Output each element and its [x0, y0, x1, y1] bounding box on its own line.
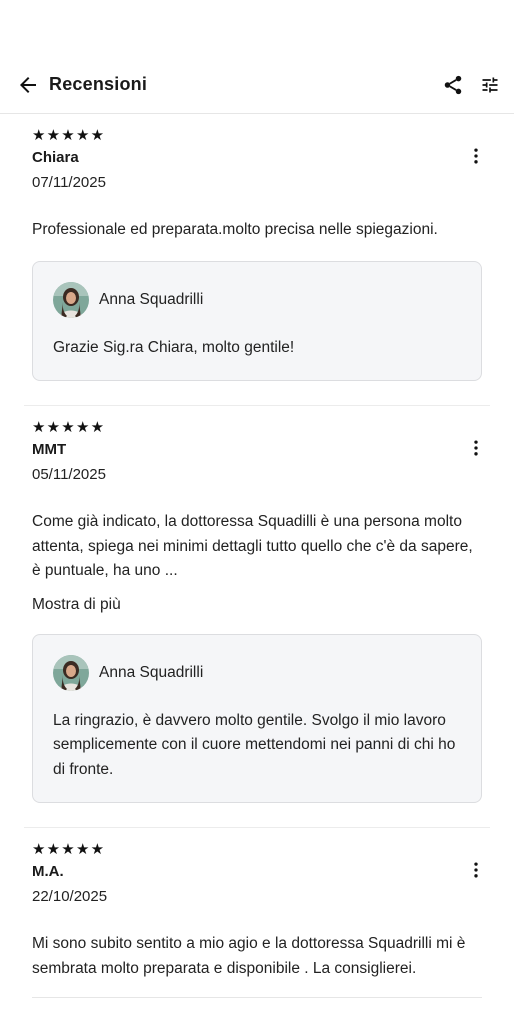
reply-text: Grazie Sig.ra Chiara, molto gentile!	[53, 338, 295, 356]
review-author: MMT	[32, 441, 67, 458]
show-more-link[interactable]: Mostra di più	[32, 594, 121, 616]
reply-text: La ringrazio, è davvero molto gentile. S…	[53, 711, 456, 778]
more-vertical-icon	[474, 148, 478, 164]
app-bar: Recensioni	[0, 56, 514, 114]
share-button[interactable]	[437, 69, 469, 101]
reply-header: Anna Squadrilli	[53, 654, 461, 691]
review-text: Come già indicato, la dottoressa Squadil…	[32, 513, 473, 579]
star-rating: ★★★★★	[32, 127, 106, 144]
star-rating: ★★★★★	[32, 419, 106, 436]
filter-button[interactable]	[474, 69, 506, 101]
review-author: M.A.	[32, 863, 64, 880]
owner-reply: Anna Squadrilli Grazie Sig.ra Chiara, mo…	[32, 260, 482, 381]
sliders-icon	[482, 77, 498, 93]
reviews-list: ★★★★★ Chiara 07/11/2025 Professionale ed…	[0, 114, 514, 1022]
review-options-button[interactable]	[464, 858, 488, 882]
review-date: 07/11/2025	[32, 174, 106, 191]
review-text: Professionale ed preparata.molto precisa…	[32, 221, 438, 238]
review-date: 05/11/2025	[32, 466, 106, 483]
reply-header: Anna Squadrilli	[53, 281, 461, 318]
review-author: Chiara	[32, 149, 79, 166]
review-text: Mi sono subito sentito a mio agio e la d…	[32, 935, 466, 977]
review-date: 22/10/2025	[32, 888, 108, 905]
back-button[interactable]	[12, 69, 44, 101]
share-icon	[444, 75, 462, 95]
avatar	[53, 654, 89, 691]
avatar	[53, 281, 89, 318]
more-vertical-icon	[474, 862, 478, 878]
more-vertical-icon	[474, 440, 478, 456]
review-card: ★★★★★ Chiara 07/11/2025 Professionale ed…	[24, 114, 490, 406]
review-options-button[interactable]	[464, 144, 488, 168]
reply-author: Anna Squadrilli	[99, 663, 204, 681]
page-title: Recensioni	[49, 74, 148, 94]
review-options-button[interactable]	[464, 436, 488, 460]
review-card: ★★★★★ M.A. 22/10/2025 Mi sono subito sen…	[24, 828, 490, 1022]
reply-author: Anna Squadrilli	[99, 290, 204, 308]
star-rating: ★★★★★	[32, 841, 106, 858]
divider	[32, 997, 482, 998]
review-card: ★★★★★ MMT 05/11/2025 Come già indicato, …	[24, 406, 490, 828]
arrow-left-icon	[20, 77, 36, 93]
owner-reply: Anna Squadrilli La ringrazio, è davvero …	[32, 633, 482, 803]
